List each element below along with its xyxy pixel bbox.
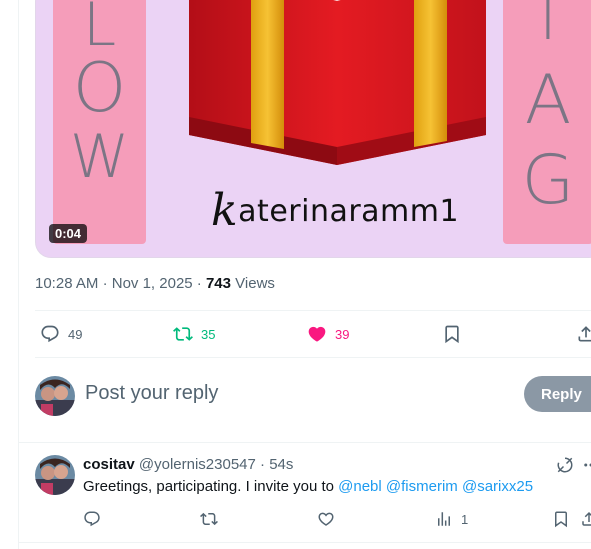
reply-age[interactable]: 54s — [269, 456, 293, 473]
share-action[interactable] — [576, 324, 591, 344]
share-icon — [582, 511, 591, 526]
panel-letter: G — [521, 141, 575, 220]
divider — [19, 542, 591, 543]
reply-reply-action[interactable] — [83, 510, 101, 528]
reply-views-count: 1 — [461, 511, 469, 527]
retweet-count: 35 — [201, 326, 216, 342]
heart-icon — [318, 512, 334, 526]
divider — [35, 357, 591, 358]
reply-author-handle[interactable]: @yolernis230547 — [139, 456, 256, 473]
reply-action[interactable]: 49 — [40, 324, 82, 344]
panel-letter: I — [539, 0, 557, 54]
retweet-icon — [200, 512, 218, 526]
reply-icon — [41, 325, 59, 343]
tweet-date[interactable]: Nov 1, 2025 — [112, 275, 193, 292]
like-action[interactable]: 39 — [307, 324, 349, 344]
bookmark-action[interactable] — [442, 324, 462, 344]
share-icon — [578, 326, 591, 342]
reply-icon — [84, 511, 100, 527]
right-pink-panel: I A G — [503, 0, 591, 244]
bookmark-icon — [555, 511, 567, 528]
bookmark-icon — [445, 325, 459, 344]
reply-button[interactable]: Reply — [524, 376, 591, 412]
mention-link[interactable]: @fismerim — [386, 478, 458, 495]
tweet-timestamp[interactable]: 10:28 AM · Nov 1, 2025 · 743 Views — [35, 275, 275, 292]
panel-letter: A — [524, 61, 572, 140]
retweet-icon — [173, 327, 193, 341]
tweet-video[interactable]: L O W I A G katerinaramm1 0:04 — [35, 0, 591, 258]
heart-filled-icon — [308, 326, 326, 342]
grok-icon[interactable] — [556, 456, 574, 474]
analytics-icon — [438, 512, 450, 526]
left-pink-panel: L O W — [53, 0, 146, 244]
video-duration-badge: 0:04 — [49, 224, 88, 243]
own-avatar[interactable] — [35, 376, 75, 416]
divider — [19, 442, 591, 443]
reply-views-action[interactable]: 1 — [435, 510, 468, 528]
panel-letter: O — [72, 49, 127, 128]
reply-retweet-action[interactable] — [200, 510, 218, 528]
mention-link[interactable]: @sarixx25 — [462, 478, 533, 495]
reply-avatar[interactable] — [35, 455, 75, 495]
reply-author-name[interactable]: cositav — [83, 456, 135, 473]
views-label: Views — [235, 275, 275, 292]
reply-bookmark-action[interactable] — [552, 510, 570, 528]
gift-box-image — [189, 0, 486, 165]
reply-input[interactable]: Post your reply — [85, 382, 218, 405]
reply-like-action[interactable] — [317, 510, 335, 528]
panel-letter: W — [69, 122, 130, 192]
views-count: 743 — [205, 275, 231, 292]
tweet-time[interactable]: 10:28 AM — [35, 275, 98, 292]
creator-watermark: katerinaramm1 — [211, 185, 460, 236]
panel-letter: L — [82, 0, 117, 60]
like-count: 39 — [335, 326, 350, 342]
mention-link[interactable]: @nebl — [338, 478, 382, 495]
reply-text: Greetings, participating. I invite you t… — [83, 478, 534, 495]
column-border — [18, 0, 19, 549]
reply-count: 49 — [68, 326, 83, 342]
more-options-icon[interactable] — [582, 456, 591, 474]
reply-share-action[interactable] — [580, 510, 591, 528]
reply-header: cositav @yolernis230547 · 54s — [83, 456, 294, 473]
divider — [35, 310, 591, 311]
retweet-action[interactable]: 35 — [173, 324, 215, 344]
